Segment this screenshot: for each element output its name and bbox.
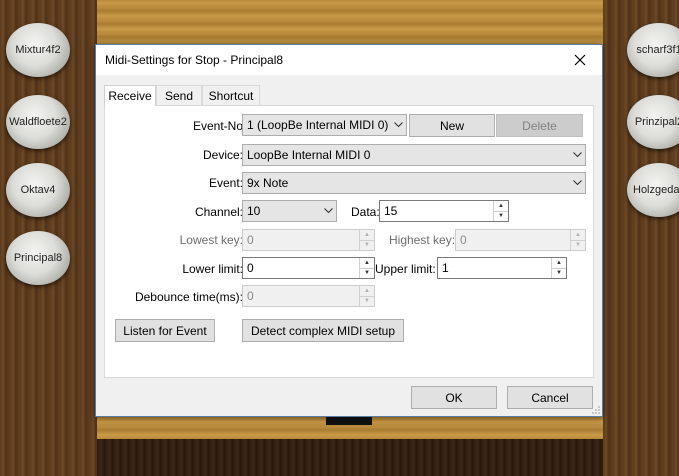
- chevron-down-icon: [390, 122, 406, 128]
- organ-wood-top: [97, 0, 603, 46]
- channel-select[interactable]: 10: [242, 200, 337, 222]
- receive-panel: Event-No 1 (LoopBe Internal MIDI 0) New …: [104, 105, 594, 378]
- spin-up-icon[interactable]: ▲: [571, 230, 585, 241]
- stop-knob-oktav[interactable]: Oktav4: [6, 163, 70, 217]
- resize-grip-icon[interactable]: [592, 406, 600, 414]
- close-button[interactable]: [558, 45, 602, 75]
- spin-down-icon[interactable]: ▼: [552, 269, 566, 279]
- spin-up-icon[interactable]: ▲: [360, 258, 374, 269]
- event-label: Event:: [208, 176, 243, 190]
- cancel-button[interactable]: Cancel: [507, 386, 593, 409]
- highest-key-spinner-buttons: ▲ ▼: [570, 230, 585, 250]
- data-spinner-buttons: ▲ ▼: [493, 201, 508, 221]
- channel-label: Channel:: [194, 205, 243, 219]
- spin-down-icon[interactable]: ▼: [360, 241, 374, 251]
- spin-down-icon[interactable]: ▼: [494, 212, 508, 222]
- midi-settings-dialog: Midi-Settings for Stop - Principal8 Rece…: [95, 44, 603, 417]
- device-value: LoopBe Internal MIDI 0: [247, 148, 371, 162]
- highest-key-label: Highest key:: [389, 233, 456, 247]
- debounce-label: Debounce time(ms):: [134, 290, 243, 304]
- data-label: Data:: [351, 205, 380, 219]
- delete-button[interactable]: Delete: [496, 114, 583, 137]
- spin-up-icon[interactable]: ▲: [552, 258, 566, 269]
- chevron-down-icon: [569, 152, 585, 158]
- upper-limit-value: 1: [442, 261, 449, 275]
- stop-knob-mixtur[interactable]: Mixtur4f2: [6, 23, 70, 77]
- highest-key-value: 0: [460, 233, 467, 247]
- lower-limit-spinner-buttons: ▲ ▼: [359, 258, 374, 278]
- spin-down-icon[interactable]: ▼: [360, 297, 374, 307]
- close-icon: [574, 54, 586, 66]
- chevron-down-icon: [320, 208, 336, 214]
- lowest-key-spinner[interactable]: 0 ▲ ▼: [242, 229, 375, 251]
- stop-knob-waldfloete[interactable]: Waldfloete2: [6, 95, 70, 149]
- upper-limit-label: Upper limit:: [375, 262, 436, 276]
- chevron-down-icon: [569, 180, 585, 186]
- tab-receive[interactable]: Receive: [104, 85, 156, 106]
- spin-up-icon[interactable]: ▲: [360, 286, 374, 297]
- event-no-value: 1 (LoopBe Internal MIDI 0): [247, 118, 389, 132]
- lowest-key-label: Lowest key:: [179, 233, 243, 247]
- debounce-value: 0: [247, 289, 254, 303]
- upper-limit-spinner-buttons: ▲ ▼: [551, 258, 566, 278]
- spin-up-icon[interactable]: ▲: [494, 201, 508, 212]
- event-value: 9x Note: [247, 176, 289, 190]
- data-spinner[interactable]: 15 ▲ ▼: [379, 200, 509, 222]
- event-no-select[interactable]: 1 (LoopBe Internal MIDI 0): [242, 114, 407, 136]
- detect-midi-setup-button[interactable]: Detect complex MIDI setup: [242, 319, 404, 342]
- highest-key-spinner[interactable]: 0 ▲ ▼: [455, 229, 586, 251]
- lowest-key-value: 0: [247, 233, 254, 247]
- data-value: 15: [384, 204, 398, 218]
- spin-down-icon[interactable]: ▼: [571, 241, 585, 251]
- ok-button[interactable]: OK: [411, 386, 497, 409]
- channel-value: 10: [247, 204, 261, 218]
- lower-limit-label: Lower limit:: [182, 262, 243, 276]
- upper-limit-spinner[interactable]: 1 ▲ ▼: [437, 257, 567, 279]
- dialog-title: Midi-Settings for Stop - Principal8: [105, 53, 284, 67]
- listen-for-event-button[interactable]: Listen for Event: [115, 319, 215, 342]
- new-button[interactable]: New: [409, 114, 495, 137]
- dialog-titlebar: Midi-Settings for Stop - Principal8: [96, 45, 602, 75]
- debounce-spinner[interactable]: 0 ▲ ▼: [242, 285, 375, 307]
- tab-shortcut[interactable]: Shortcut: [202, 85, 260, 105]
- spin-down-icon[interactable]: ▼: [360, 269, 374, 279]
- organ-floor: [97, 439, 603, 476]
- debounce-spinner-buttons: ▲ ▼: [359, 286, 374, 306]
- device-label: Device:: [202, 148, 243, 162]
- lower-limit-spinner[interactable]: 0 ▲ ▼: [242, 257, 375, 279]
- event-no-label: Event-No: [192, 119, 243, 133]
- stop-knob-principal[interactable]: Principal8: [6, 231, 70, 285]
- spin-up-icon[interactable]: ▲: [360, 230, 374, 241]
- lower-limit-value: 0: [247, 261, 254, 275]
- tab-send[interactable]: Send: [156, 85, 202, 105]
- device-select[interactable]: LoopBe Internal MIDI 0: [242, 144, 586, 166]
- lowest-key-spinner-buttons: ▲ ▼: [359, 230, 374, 250]
- event-select[interactable]: 9x Note: [242, 172, 586, 194]
